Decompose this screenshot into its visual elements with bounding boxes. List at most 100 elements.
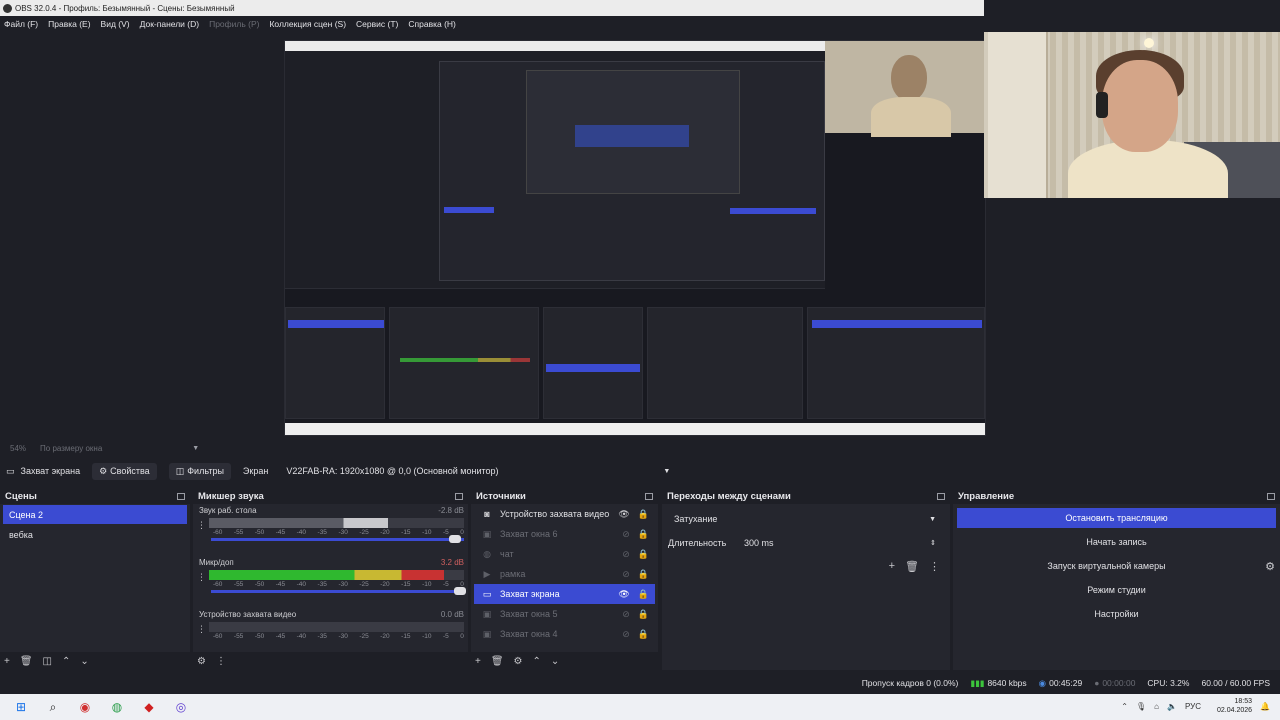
start-record-button[interactable]: Начать запись [957,532,1276,552]
chrome-icon[interactable]: ◍ [106,698,128,716]
undock-icon[interactable] [455,492,463,500]
meter-fill [209,518,388,528]
source-item[interactable]: ◙ Устройство захвата видео 👁 🔒 [474,504,655,524]
add-source-button[interactable]: + [475,656,481,667]
studio-mode-button[interactable]: Режим студии [957,580,1276,600]
windows-start-icon[interactable]: ⊞ [10,698,32,716]
volume-slider[interactable] [211,587,466,595]
menu-scene-collection[interactable]: Коллекция сцен (S) [269,19,346,29]
advanced-audio-button[interactable]: ⚙ [197,656,206,667]
track-menu-icon[interactable]: ⋮ [197,572,206,583]
window-title: OBS 32.0.4 - Профиль: Безымянный - Сцены… [15,3,235,13]
eye-hidden-icon[interactable]: ⊘ [622,609,630,620]
obs-icon[interactable]: ◎ [170,698,192,716]
track-name: Микр/доп [199,558,234,567]
remove-transition-button[interactable]: 🗑 [905,560,919,573]
eye-icon[interactable]: 👁 [618,589,629,600]
transition-menu-button[interactable]: ⋮ [929,560,940,573]
preview-area[interactable] [0,32,1280,440]
obs-logo-icon [3,3,12,13]
move-up-button[interactable]: ⌃ [533,656,541,667]
scene-item[interactable]: вебка [3,525,187,544]
scale-mode[interactable]: По размеру окна [40,444,102,453]
network-icon[interactable]: ⌂ [1154,702,1159,711]
scene-item[interactable]: Сцена 2 [3,505,187,524]
volume-icon[interactable]: 🔈 [1167,702,1177,711]
menu-docks[interactable]: Док-панели (D) [140,19,199,29]
move-down-button[interactable]: ⌄ [551,656,559,667]
source-item[interactable]: ▭ Захват экрана 👁 🔒 [474,584,655,604]
undock-icon[interactable] [937,492,945,500]
eye-hidden-icon[interactable]: ⊘ [622,549,630,560]
track-menu-icon[interactable]: ⋮ [197,520,206,531]
slider-knob[interactable] [453,587,466,595]
chevron-down-icon[interactable]: ▼ [192,445,199,452]
add-transition-button[interactable]: + [889,560,895,573]
volume-slider[interactable] [211,535,464,543]
lock-icon[interactable]: 🔒 [638,549,649,560]
remove-source-button[interactable]: 🗑 [491,656,504,667]
scenes-dock-title: Сцены [0,488,190,504]
eye-hidden-icon[interactable]: ⊘ [622,629,630,640]
move-up-button[interactable]: ⌃ [62,656,70,667]
app-red-icon[interactable]: ◆ [138,698,160,716]
notification-icon[interactable]: 🔔 [1260,702,1270,711]
duration-spinbox[interactable]: 300 ms ⇕ [738,534,942,552]
properties-button[interactable]: ⚙ Свойства [92,462,157,480]
transition-select[interactable]: Затухание ▼ [668,510,942,528]
start-virtual-camera-button[interactable]: Запуск виртуальной камеры [957,556,1256,576]
lock-icon[interactable]: 🔒 [638,589,649,600]
dropped-frames: Пропуск кадров 0 (0.0%) [861,678,959,688]
menu-help[interactable]: Справка (H) [408,19,456,29]
scene-filters-button[interactable]: ◫ [43,656,52,667]
mixer-menu-button[interactable]: ⋮ [216,656,226,667]
menu-tools[interactable]: Сервис (T) [356,19,398,29]
menu-profile[interactable]: Профиль (P) [209,19,259,29]
source-item[interactable]: ▣ Захват окна 5 ⊘ 🔒 [474,604,655,624]
chevron-up-icon[interactable]: ⌃ [1121,702,1128,711]
language-indicator[interactable]: РУС [1185,702,1201,711]
mixer-track: Микр/доп 3.2 dB ⋮ -60 -55 -50 -45 -40 -35 -30-… [193,556,468,608]
menu-edit[interactable]: Правка (E) [48,19,90,29]
source-item[interactable]: ▣ Захват окна 4 ⊘ 🔒 [474,624,655,644]
source-properties-button[interactable]: ⚙ [514,656,523,667]
clock[interactable]: 18:53 02.04.2026 [1209,697,1252,715]
add-scene-button[interactable]: + [4,656,10,667]
lock-icon[interactable]: 🔒 [638,629,649,640]
menu-file[interactable]: Файл (F) [4,19,38,29]
eye-hidden-icon[interactable]: ⊘ [622,529,630,540]
slider-knob[interactable] [448,535,461,543]
lock-icon[interactable]: 🔒 [638,529,649,540]
gear-icon[interactable]: ⚙ [1260,560,1280,573]
screen-select[interactable]: V22FAB-RA: 1920x1080 @ 0,0 (Основной мон… [280,462,677,480]
preview-canvas[interactable] [284,40,986,436]
filters-button[interactable]: ◫ Фильтры [168,462,231,480]
move-down-button[interactable]: ⌄ [80,656,88,667]
search-icon[interactable]: ⌕ [42,698,64,716]
undock-icon[interactable] [645,492,653,500]
spin-arrows-icon[interactable]: ⇕ [930,539,936,547]
sources-dock: Источники ◙ Устройство захвата видео 👁 🔒 ▣… [471,488,658,670]
meter-scale: -60 -55 -50 -45 -40 -35 -30 -25 -20 -15 -10 -5 0 [213,529,464,536]
source-item[interactable]: ▶ рамка ⊘ 🔒 [474,564,655,584]
undock-icon[interactable] [177,492,185,500]
track-menu-icon[interactable]: ⋮ [197,624,206,635]
app-icon[interactable]: ◉ [74,698,96,716]
lock-icon[interactable]: 🔒 [638,569,649,580]
lock-icon[interactable]: 🔒 [638,609,649,620]
lock-icon[interactable]: 🔒 [638,509,649,520]
settings-button[interactable]: Настройки [957,604,1276,624]
undock-icon[interactable] [1267,492,1275,500]
eye-icon[interactable]: 👁 [618,509,629,520]
window-icon: ▣ [482,608,492,619]
menu-view[interactable]: Вид (V) [101,19,130,29]
media-icon: ▶ [483,568,491,579]
webcam-preview [984,32,1280,198]
zoom-level[interactable]: 54% [10,444,26,453]
source-item[interactable]: ◍ чат ⊘ 🔒 [474,544,655,564]
stop-stream-button[interactable]: Остановить трансляцию [957,508,1276,528]
eye-hidden-icon[interactable]: ⊘ [622,569,630,580]
source-item[interactable]: ▣ Захват окна 6 ⊘ 🔒 [474,524,655,544]
microphone-icon[interactable]: 🎙 [1136,702,1146,711]
remove-scene-button[interactable]: 🗑 [20,656,33,667]
